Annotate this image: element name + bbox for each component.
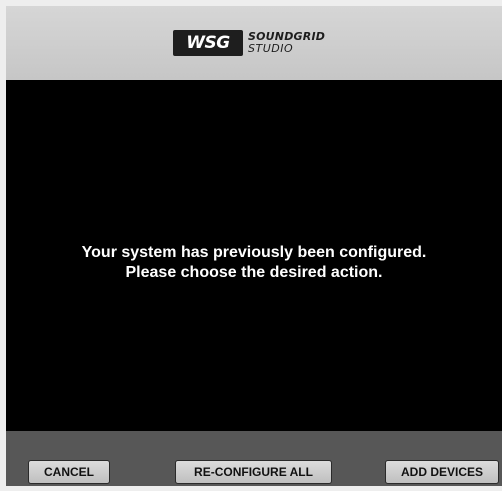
wsg-logo-icon: WSG [173,30,243,56]
soundgrid-studio-logo: WSG SOUNDGRID STUDIO [173,28,325,58]
dialog-message: Your system has previously been configur… [6,243,502,283]
reconfigure-all-button[interactable]: RE-CONFIGURE ALL [175,460,332,484]
message-line-1: Your system has previously been configur… [81,244,427,261]
message-line-2: Please choose the desired action. [125,264,383,281]
dialog-window: WSG SOUNDGRID STUDIO Your system has pre… [6,6,502,486]
dialog-footer: CANCEL RE-CONFIGURE ALL ADD DEVICES [6,431,502,486]
cancel-button[interactable]: CANCEL [28,460,110,484]
logo-mark-text: WSG [186,33,230,53]
dialog-header: WSG SOUNDGRID STUDIO [6,6,502,80]
logo-studio-text: STUDIO [248,42,294,55]
logo-text: SOUNDGRID STUDIO [248,31,325,55]
add-devices-button[interactable]: ADD DEVICES [385,460,499,484]
